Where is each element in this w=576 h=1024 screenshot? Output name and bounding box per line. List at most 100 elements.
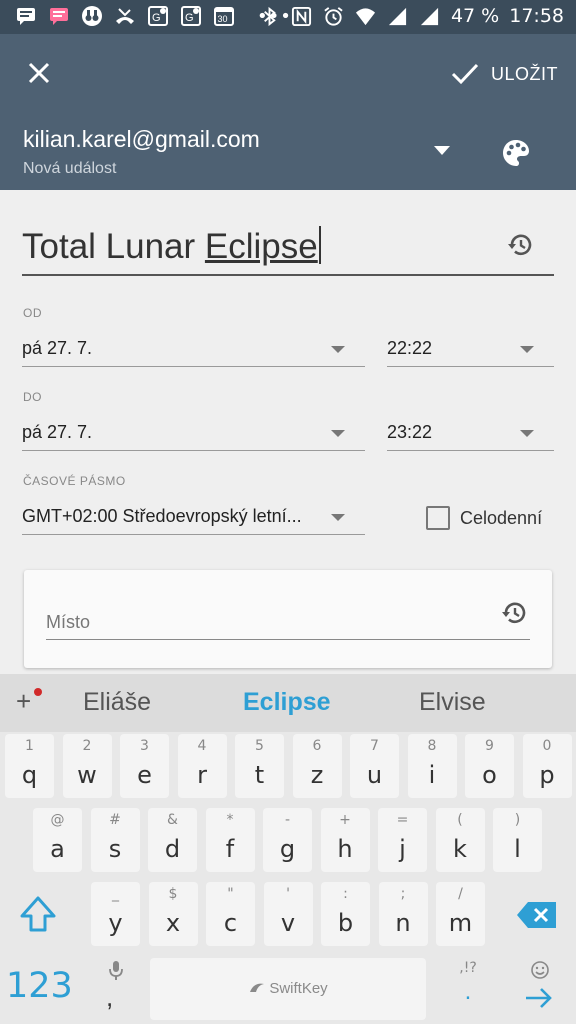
key-primary: b [337,909,354,937]
maps-icon: G [179,5,203,27]
key-secondary: / [458,886,463,902]
key-z[interactable]: 6z [292,734,342,798]
key-y[interactable]: _ y [91,882,140,946]
key-s[interactable]: # s [90,808,140,872]
key-o[interactable]: 9o [465,734,514,798]
allday-label: Celodenní [460,507,543,528]
svg-text:G: G [185,12,194,24]
save-button[interactable]: ULOŽIT [451,56,558,92]
key-a[interactable]: @ a [33,808,82,872]
key-primary: d [164,835,181,863]
key-secondary: @ [50,812,65,828]
enter-key[interactable] [520,960,560,1016]
place-input[interactable]: Místo [46,608,530,640]
key-secondary: # [109,812,121,828]
close-button[interactable] [22,56,56,90]
key-h[interactable]: + h [320,808,370,872]
key-u[interactable]: 7u [350,734,399,798]
key-primary: w [77,761,97,789]
suggestion-right[interactable]: Elvise [419,688,486,717]
key-secondary: 9 [485,738,494,754]
allday-checkbox[interactable] [426,506,450,530]
key-primary: g [279,835,296,863]
key-m[interactable]: / m [436,882,485,946]
key-l[interactable]: ) l [493,808,542,872]
palette-icon[interactable] [500,137,532,169]
period-key[interactable]: ,!? . [448,960,488,1016]
key-secondary: 3 [140,738,149,754]
key-n[interactable]: ; n [378,882,428,946]
key-q[interactable]: 1q [5,734,54,798]
key-r[interactable]: 4r [177,734,227,798]
key-w[interactable]: 2w [62,734,112,798]
space-key[interactable]: SwiftKey [150,958,426,1020]
key-secondary: 4 [197,738,207,754]
key-secondary: ; [400,886,406,902]
key-primary: s [108,835,122,863]
to-date-value: pá 27. 7. [22,422,93,442]
history-icon[interactable] [500,598,530,628]
key-primary: x [165,909,181,937]
from-date-value: pá 27. 7. [22,338,93,358]
shift-key-icon[interactable] [14,890,62,938]
key-t[interactable]: 5t [235,734,284,798]
key-secondary: 2 [82,738,92,754]
key-x[interactable]: $ x [148,882,198,946]
suggestion-center[interactable]: Eclipse [243,688,331,717]
chevron-down-icon [520,346,534,353]
from-time-select[interactable]: 22:22 [387,333,554,367]
allday-toggle[interactable]: Celodenní [426,506,542,530]
key-e[interactable]: 3e [120,734,169,798]
from-date-select[interactable]: pá 27. 7. [22,333,365,367]
chevron-down-icon[interactable] [434,146,450,156]
account-selector[interactable]: kilian.karel@gmail.com [23,126,260,153]
key-v[interactable]: ' v [263,882,313,946]
key-g[interactable]: -g [263,808,312,872]
event-title-input[interactable]: Total Lunar Eclipse [22,226,321,267]
key-secondary: 8 [427,738,437,754]
key-i[interactable]: 8i [407,734,457,798]
key-primary: o [482,761,497,789]
comma-key[interactable]: , [96,960,136,1016]
timezone-select[interactable]: GMT+02:00 Středoevropský letní... [22,501,365,535]
key-j[interactable]: = j [378,808,427,872]
key-d[interactable]: & d [148,808,197,872]
missed-call-icon [113,5,137,27]
key-primary: r [197,761,207,789]
key-secondary: + [339,812,351,828]
notification-icons: G G 30 [14,5,236,27]
key-secondary: 6 [312,738,322,754]
key-primary: l [514,835,521,863]
key-secondary: " [227,886,234,902]
key-c[interactable]: " c [206,882,255,946]
chevron-down-icon [331,514,345,521]
history-icon[interactable] [506,230,536,260]
backspace-key-icon[interactable] [516,900,558,930]
notification-dot [34,688,42,696]
key-secondary: = [396,812,409,828]
add-word-button[interactable]: + [16,686,31,717]
keyboard: + Eliáše Eclipse Elvise 1q2w3e4r5t6z7u8i… [0,674,576,1024]
title-composing-word: Eclipse [204,227,318,266]
to-time-select[interactable]: 23:22 [387,417,554,451]
smiley-icon [531,961,549,979]
key-f[interactable]: * f [205,808,255,872]
key-secondary: ) [514,812,521,828]
to-date-select[interactable]: pá 27. 7. [22,417,365,451]
key-p[interactable]: 0p [522,734,572,798]
key-secondary: ( [457,812,463,828]
status-bar: G G 30 ••• 47 % 17:58 [0,0,576,34]
key-primary: t [254,761,265,789]
event-title-field[interactable]: Total Lunar Eclipse [22,222,554,276]
key-primary: y [108,909,123,937]
calendar-icon: 30 [212,5,236,27]
arrow-right-icon [526,988,552,1008]
key-b[interactable]: :b [321,882,370,946]
key-primary: n [395,909,411,937]
suggestion-left[interactable]: Eliáše [83,688,151,717]
key-k[interactable]: (k [435,808,485,872]
place-placeholder: Místo [46,612,91,632]
key-secondary: 5 [255,738,264,754]
numbers-key[interactable]: 123 [6,966,73,1006]
timezone-value: GMT+02:00 Středoevropský letní... [22,506,302,526]
